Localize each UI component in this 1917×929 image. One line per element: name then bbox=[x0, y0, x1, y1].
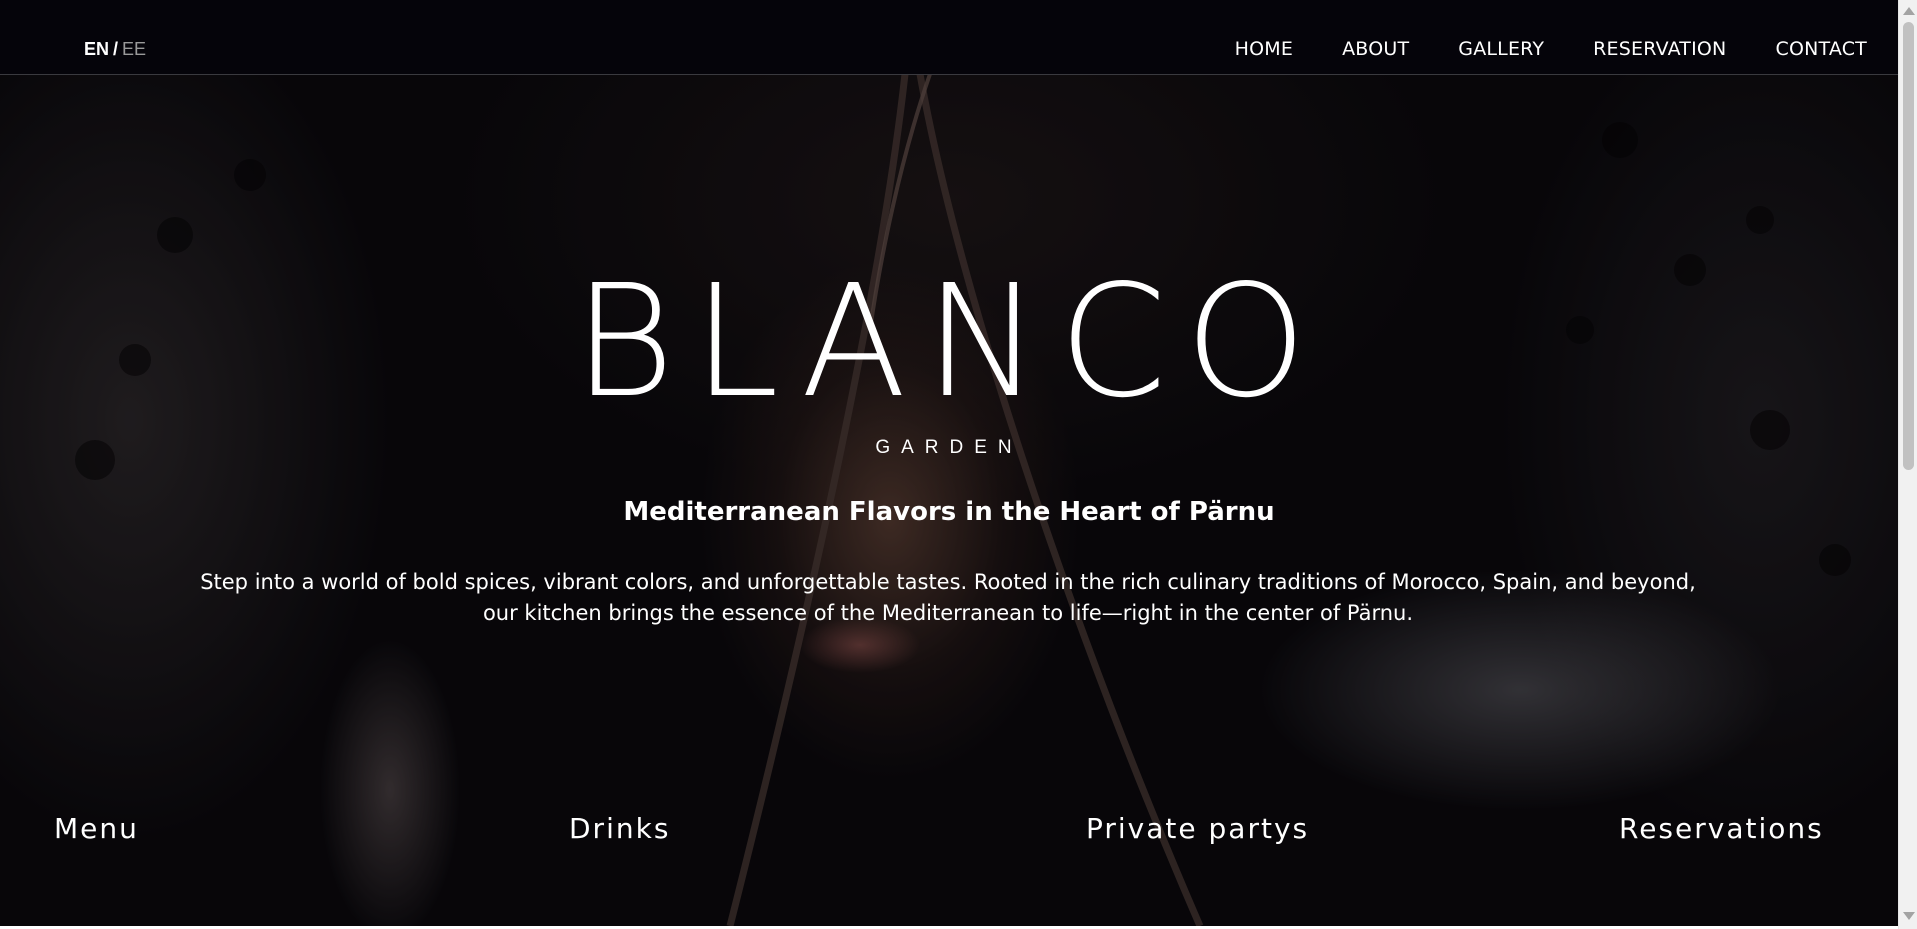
nav-item-gallery[interactable]: GALLERY bbox=[1458, 37, 1544, 61]
scrollbar-thumb[interactable] bbox=[1903, 22, 1914, 470]
hero-tagline: Mediterranean Flavors in the Heart of Pä… bbox=[623, 497, 1275, 527]
quick-link-menu[interactable]: Menu bbox=[54, 812, 139, 846]
language-separator: / bbox=[113, 39, 119, 59]
nav-item-about[interactable]: ABOUT bbox=[1342, 37, 1409, 61]
vertical-scrollbar[interactable] bbox=[1898, 0, 1917, 929]
top-navigation-bar: EN / EE HOME ABOUT GALLERY RESERVATION CON… bbox=[0, 0, 1898, 75]
nav-item-contact[interactable]: CONTACT bbox=[1775, 37, 1867, 61]
nav-item-home[interactable]: HOME bbox=[1235, 37, 1293, 61]
quick-link-reservations[interactable]: Reservations bbox=[1619, 812, 1824, 846]
page-viewport: EN / EE HOME ABOUT GALLERY RESERVATION CON… bbox=[0, 0, 1898, 926]
hero-background-video bbox=[0, 0, 1898, 926]
scroll-up-arrow-icon[interactable] bbox=[1899, 2, 1917, 20]
scroll-down-arrow-icon[interactable] bbox=[1899, 907, 1917, 925]
quick-link-drinks[interactable]: Drinks bbox=[569, 812, 670, 846]
language-option-en[interactable]: EN bbox=[84, 39, 109, 59]
quick-link-private-partys[interactable]: Private partys bbox=[1086, 812, 1309, 846]
brand-logo-subtitle: GARDEN bbox=[875, 437, 1023, 458]
hero-intro-text: Step into a world of bold spices, vibran… bbox=[200, 570, 1696, 625]
nav-item-reservation[interactable]: RESERVATION bbox=[1593, 37, 1726, 61]
language-switcher: EN / EE bbox=[84, 38, 146, 60]
language-option-ee[interactable]: EE bbox=[122, 39, 146, 59]
brand-logo-text: BLANCO bbox=[573, 251, 1325, 432]
main-nav: HOME ABOUT GALLERY RESERVATION CONTACT bbox=[1235, 37, 1867, 61]
hero-overlay bbox=[0, 0, 1898, 926]
